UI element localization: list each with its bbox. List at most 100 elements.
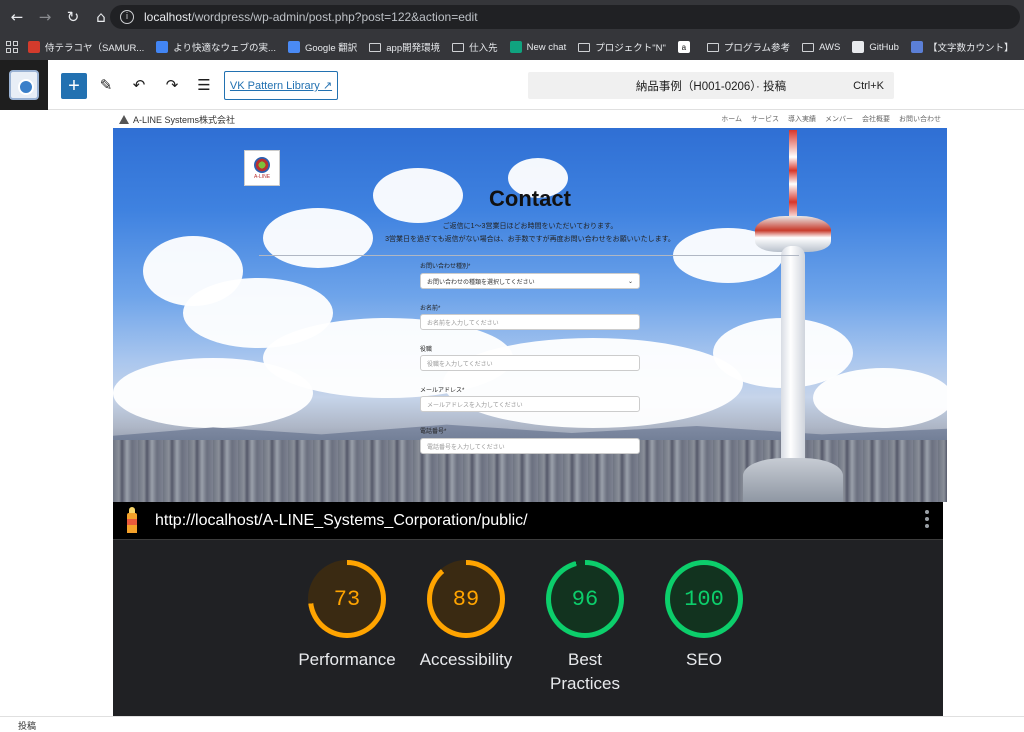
bookmark-item[interactable]: GitHub	[852, 41, 899, 53]
bookmarks-bar: 侍テラコヤ（SAMUR... より快適なウェブの実... Google 翻訳 app開…	[0, 34, 1024, 60]
site-nav-item[interactable]: 会社概要	[862, 114, 890, 124]
score-ring: 96	[546, 560, 624, 638]
pencil-tool-icon[interactable]: ✎	[94, 73, 118, 97]
translate-icon	[287, 41, 300, 53]
bookmark-label: AWS	[819, 41, 841, 53]
openai-icon	[509, 41, 522, 53]
score-gauge[interactable]: 89 Accessibility	[420, 560, 512, 672]
cloud	[813, 368, 947, 428]
bookmark-label: app開発環境	[386, 43, 441, 54]
company-logo: A-LINE	[244, 150, 280, 186]
bookmark-item[interactable]: New chat	[509, 41, 567, 53]
bookmark-item[interactable]: AWS	[802, 42, 840, 53]
bookmark-item[interactable]: 侍テラコヤ（SAMUR...	[28, 40, 144, 54]
site-nav-item[interactable]: メンバー	[825, 114, 853, 124]
undo-icon[interactable]: ↶	[127, 73, 151, 97]
score-value: 73	[333, 586, 361, 612]
document-title: 納品事例（H001-0206）· 投稿	[635, 80, 787, 93]
phone-input[interactable]: 電話番号を入力してください	[420, 438, 640, 454]
bookmark-item[interactable]: より快適なウェブの実...	[156, 40, 276, 54]
site-name: A-LINE Systems株式会社	[133, 114, 236, 125]
inquiry-type-select[interactable]: お問い合わせの種類を選択してください ⌄	[420, 273, 640, 289]
site-info-icon[interactable]: i	[120, 10, 134, 24]
site-nav-item[interactable]: 導入実績	[788, 114, 816, 124]
bookmark-item[interactable]: Google 翻訳	[287, 40, 357, 54]
browser-nav-row: ← → ↻ ⌂ i localhost/wordpress/wp-admin/p…	[0, 0, 1024, 34]
field-label-inquiry-type: お問い合わせ種別*	[420, 264, 471, 270]
score-gauge[interactable]: 73 Performance	[298, 560, 396, 672]
redo-icon[interactable]: ↷	[160, 73, 184, 97]
command-palette-bar[interactable]: 納品事例（H001-0206）· 投稿 Ctrl+K	[528, 72, 894, 99]
score-label: Accessibility	[419, 650, 513, 669]
editor-canvas: A-LINE Systems株式会社 ホーム サービス 導入実績 メンバー 会社概要 お問…	[113, 110, 947, 716]
site-nav-item[interactable]: お問い合わせ	[899, 114, 941, 124]
forward-icon[interactable]: →	[32, 4, 58, 30]
bookmark-label: New chat	[526, 41, 567, 53]
wordcount-icon	[910, 41, 923, 53]
lighthouse-report: http://localhost/A-LINE_Systems_Corporat…	[113, 502, 943, 716]
folder-icon	[578, 42, 591, 52]
document-overview-icon[interactable]: ☰	[192, 73, 216, 97]
site-mark-icon	[119, 114, 129, 124]
folder-icon	[802, 42, 815, 52]
cloud	[443, 338, 743, 428]
lighthouse-url: http://localhost/A-LINE_Systems_Corporat…	[155, 511, 528, 529]
reload-icon[interactable]: ↻	[60, 4, 86, 30]
score-ring: 89	[427, 560, 505, 638]
cloud	[113, 358, 313, 428]
samurai-icon	[28, 41, 40, 53]
bookmark-item[interactable]: 仕入先	[452, 40, 498, 54]
bookmark-item[interactable]: プログラム参考	[706, 40, 791, 54]
position-input[interactable]: 役職を入力してください	[420, 355, 640, 371]
field-label-phone: 電話番号*	[420, 429, 447, 435]
score-label: Best Practices	[550, 650, 620, 693]
score-value: 96	[571, 586, 599, 612]
lighthouse-icon	[123, 506, 141, 535]
bookmark-label: 【文字数カウント】	[927, 43, 1014, 54]
bookmark-label: 侍テラコヤ（SAMUR...	[45, 43, 145, 54]
tower-shaft	[781, 246, 805, 468]
site-nav: ホーム サービス 導入実績 メンバー 会社概要 お問い合わせ	[712, 114, 941, 124]
block-inserter-button[interactable]: +	[61, 73, 87, 99]
field-label-position: 役職	[420, 347, 433, 353]
address-bar-url: localhost/wordpress/wp-admin/post.php?po…	[144, 10, 478, 24]
vk-pattern-library-button[interactable]: VK Pattern Library ↗	[224, 71, 338, 100]
site-nav-item[interactable]: サービス	[751, 114, 779, 124]
bookmark-label: プログラム参考	[723, 43, 791, 54]
score-gauge[interactable]: 96 Best Practices	[546, 560, 624, 696]
folder-icon	[706, 42, 719, 52]
bookmark-item[interactable]: a	[677, 41, 695, 53]
company-logo-text: A-LINE	[253, 173, 271, 180]
site-nav-item[interactable]: ホーム	[721, 114, 742, 124]
github-icon	[852, 41, 865, 53]
bookmark-item[interactable]: プロジェクト"N"	[578, 40, 666, 54]
back-icon[interactable]: ←	[4, 4, 30, 30]
google-icon	[156, 41, 169, 53]
amazon-icon: a	[677, 41, 690, 53]
score-ring: 73	[308, 560, 386, 638]
address-bar[interactable]: i localhost/wordpress/wp-admin/post.php?…	[110, 5, 1020, 29]
contact-hero: A-LINE Contact ご返信に1〜3営業日ほどお時間をいただいております…	[113, 128, 947, 502]
wp-editor-toolbar: + ✎ ↶ ↷ ☰ VK Pattern Library ↗ 納品事例（H001…	[0, 60, 1024, 110]
folder-icon	[369, 42, 382, 52]
site-header: A-LINE Systems株式会社 ホーム サービス 導入実績 メンバー 会社概要 お問…	[113, 110, 947, 128]
browser-chrome: ← → ↻ ⌂ i localhost/wordpress/wp-admin/p…	[0, 0, 1024, 60]
email-input[interactable]: メールアドレスを入力してください	[420, 396, 640, 412]
bookmark-item[interactable]: app開発環境	[369, 40, 440, 54]
more-options-icon[interactable]	[925, 510, 931, 528]
site-logo-icon	[9, 70, 39, 100]
name-input[interactable]: お名前を入力してください	[420, 314, 640, 330]
editor-footer: 投稿	[0, 716, 1024, 731]
company-emblem-icon	[254, 156, 270, 173]
tower-base	[743, 458, 843, 502]
contact-divider	[259, 255, 799, 256]
score-value: 100	[684, 586, 724, 612]
contact-subtitle-2: 3営業日を過ぎても返信がない場合は、お手数ですが再度お問い合わせをお願いいたしま…	[385, 236, 675, 243]
bookmark-item[interactable]: 【文字数カウント】	[910, 40, 1014, 54]
site-icon-button[interactable]	[0, 60, 48, 110]
contact-subtitle-1: ご返信に1〜3営業日ほどお時間をいただいております。	[442, 223, 618, 230]
apps-grid-icon[interactable]	[6, 41, 18, 53]
chevron-down-icon: ⌄	[627, 277, 633, 285]
score-gauge[interactable]: 100 SEO	[665, 560, 743, 672]
field-label-name: お名前*	[420, 306, 441, 312]
